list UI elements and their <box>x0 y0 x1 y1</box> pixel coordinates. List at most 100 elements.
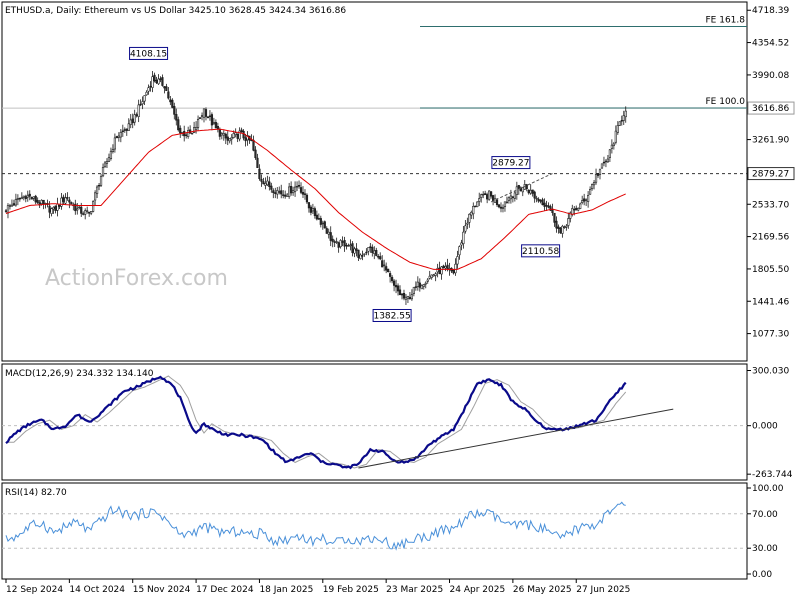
candle <box>581 200 584 203</box>
candle <box>319 218 322 225</box>
candle <box>194 126 198 130</box>
candle <box>361 255 364 257</box>
candle <box>288 186 291 197</box>
candle <box>553 212 556 223</box>
candle <box>187 130 190 137</box>
candle <box>414 286 417 288</box>
candle <box>575 207 578 211</box>
price-label: 4108.15 <box>130 49 167 59</box>
candle <box>117 135 120 138</box>
candle <box>244 137 247 142</box>
candle <box>561 225 564 234</box>
date-tick-label: 12 Sep 2024 <box>6 585 63 595</box>
candle <box>408 297 412 299</box>
candle <box>436 267 439 273</box>
macd-tick-label: -263.744 <box>752 470 793 480</box>
candle <box>511 196 514 198</box>
candle <box>529 189 532 194</box>
candle <box>452 269 455 274</box>
level-marker-label: 2879.27 <box>752 170 789 180</box>
candle <box>434 273 437 276</box>
macd-panel[interactable] <box>1 363 748 481</box>
candle <box>101 166 105 177</box>
candle <box>4 210 8 212</box>
candle <box>95 186 99 195</box>
candle <box>379 256 382 260</box>
candle <box>347 245 350 247</box>
candle <box>266 180 269 186</box>
candle <box>200 115 204 117</box>
fib-label: FE 100.0 <box>706 97 746 107</box>
candle <box>10 204 14 207</box>
candle <box>327 231 330 235</box>
candle <box>458 246 461 256</box>
candle <box>123 129 126 131</box>
candle <box>242 130 245 139</box>
fib-label: FE 161.8 <box>706 15 746 25</box>
candle <box>371 246 374 253</box>
price-tick-label: 1077.30 <box>752 330 789 340</box>
candle <box>489 191 493 197</box>
candle <box>50 208 53 215</box>
candle <box>337 242 340 248</box>
candle <box>535 197 538 200</box>
candle <box>208 115 212 117</box>
candle <box>143 95 146 102</box>
candle <box>88 211 91 214</box>
candle <box>567 218 570 226</box>
candle <box>323 221 326 229</box>
price-panel[interactable] <box>1 1 748 362</box>
candle <box>313 208 316 216</box>
candle <box>90 211 93 214</box>
candle <box>604 160 608 163</box>
candle <box>171 99 174 108</box>
candle <box>34 195 37 203</box>
candle <box>573 208 576 211</box>
candle <box>389 273 392 277</box>
candle <box>6 205 10 214</box>
candle <box>509 195 513 200</box>
candle <box>583 198 586 202</box>
candle <box>20 197 23 200</box>
candle <box>373 250 376 254</box>
candle <box>610 144 613 149</box>
candle <box>121 130 124 132</box>
candle <box>301 191 305 195</box>
candle <box>476 201 479 208</box>
date-tick-label: 18 Jan 2025 <box>259 585 313 595</box>
candle <box>196 118 200 128</box>
candle <box>212 122 216 124</box>
candle <box>206 116 210 119</box>
candle <box>107 157 111 162</box>
candle <box>385 266 388 271</box>
candle <box>145 91 148 96</box>
price-tick-label: 4354.52 <box>752 39 789 49</box>
candle <box>161 77 164 86</box>
candle <box>204 109 208 117</box>
candle <box>470 211 473 216</box>
candle <box>28 193 31 197</box>
candle <box>525 184 528 190</box>
candle <box>135 114 138 117</box>
candle <box>48 205 51 213</box>
candle <box>14 199 18 206</box>
candle <box>600 163 604 169</box>
candle <box>527 189 530 194</box>
rsi-tick-label: 30.00 <box>752 544 778 554</box>
price-tick-label: 3261.90 <box>752 136 789 146</box>
candle <box>280 190 283 195</box>
candle <box>218 129 221 137</box>
candle <box>68 199 71 203</box>
candle <box>191 132 194 135</box>
candle <box>60 197 63 207</box>
candle <box>92 201 95 212</box>
candle <box>545 205 548 207</box>
candle <box>119 132 122 138</box>
candle <box>151 76 154 88</box>
candle <box>18 197 21 200</box>
candle <box>531 189 534 194</box>
candle <box>202 108 206 118</box>
candle <box>418 282 421 288</box>
rsi-panel[interactable] <box>1 482 748 580</box>
candle <box>410 294 414 300</box>
